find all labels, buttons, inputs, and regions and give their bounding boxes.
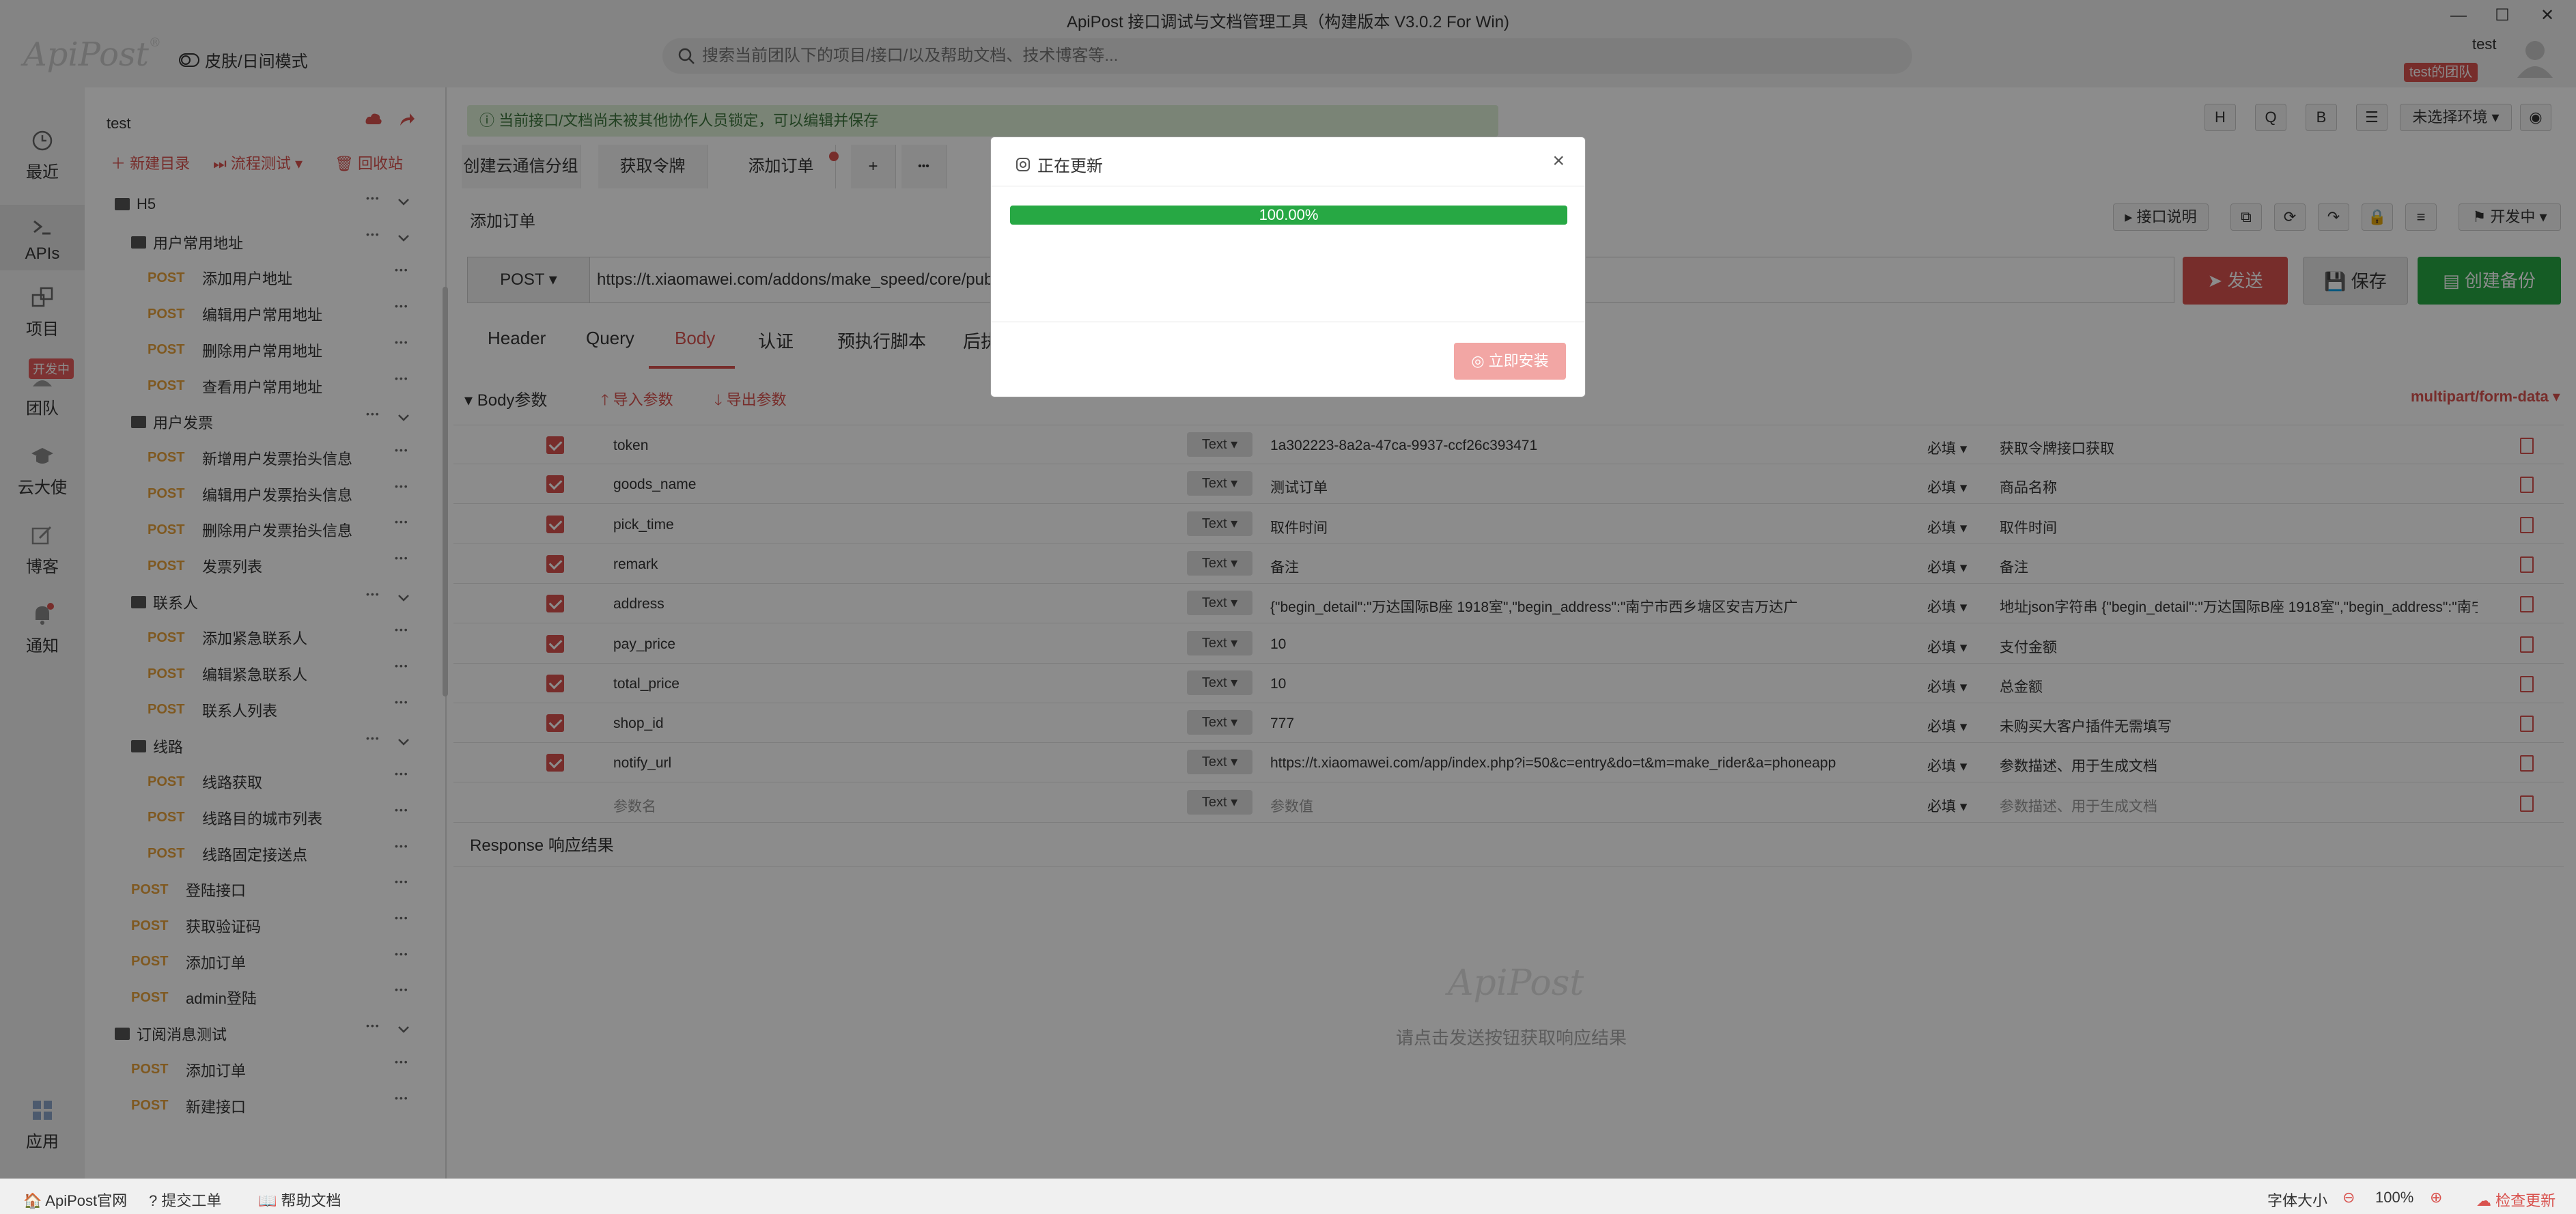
dialog-header: 正在更新 × [991, 137, 1585, 186]
dialog-title: 正在更新 [1016, 152, 1103, 176]
site-link[interactable]: 🏠 ApiPost官网 [23, 1189, 127, 1211]
update-dialog: 正在更新 × 100.00% ◎ 立即安装 [990, 137, 1586, 397]
dialog-footer: ◎ 立即安装 [991, 322, 1585, 398]
help-link[interactable]: 📖 帮助文档 [258, 1189, 341, 1211]
zoom-level: 100% [2375, 1189, 2414, 1206]
zoom-in-button[interactable]: ⊕ [2430, 1189, 2442, 1206]
install-now-button[interactable]: ◎ 立即安装 [1454, 343, 1566, 380]
camera-icon [1016, 157, 1030, 171]
update-progress: 100.00% [1010, 206, 1567, 225]
status-bar: 🏠 ApiPost官网 ? 提交工单 📖 帮助文档 字体大小 ⊖ 100% ⊕ … [0, 1178, 2576, 1214]
zoom-out-button[interactable]: ⊖ [2342, 1189, 2355, 1206]
ticket-link[interactable]: ? 提交工单 [149, 1189, 221, 1211]
progress-fill: 100.00% [1010, 206, 1567, 225]
dialog-close-button[interactable]: × [1552, 150, 1565, 173]
font-size-label: 字体大小 [2267, 1192, 2328, 1209]
check-update-link[interactable]: ☁ 检查更新 [2476, 1189, 2556, 1211]
